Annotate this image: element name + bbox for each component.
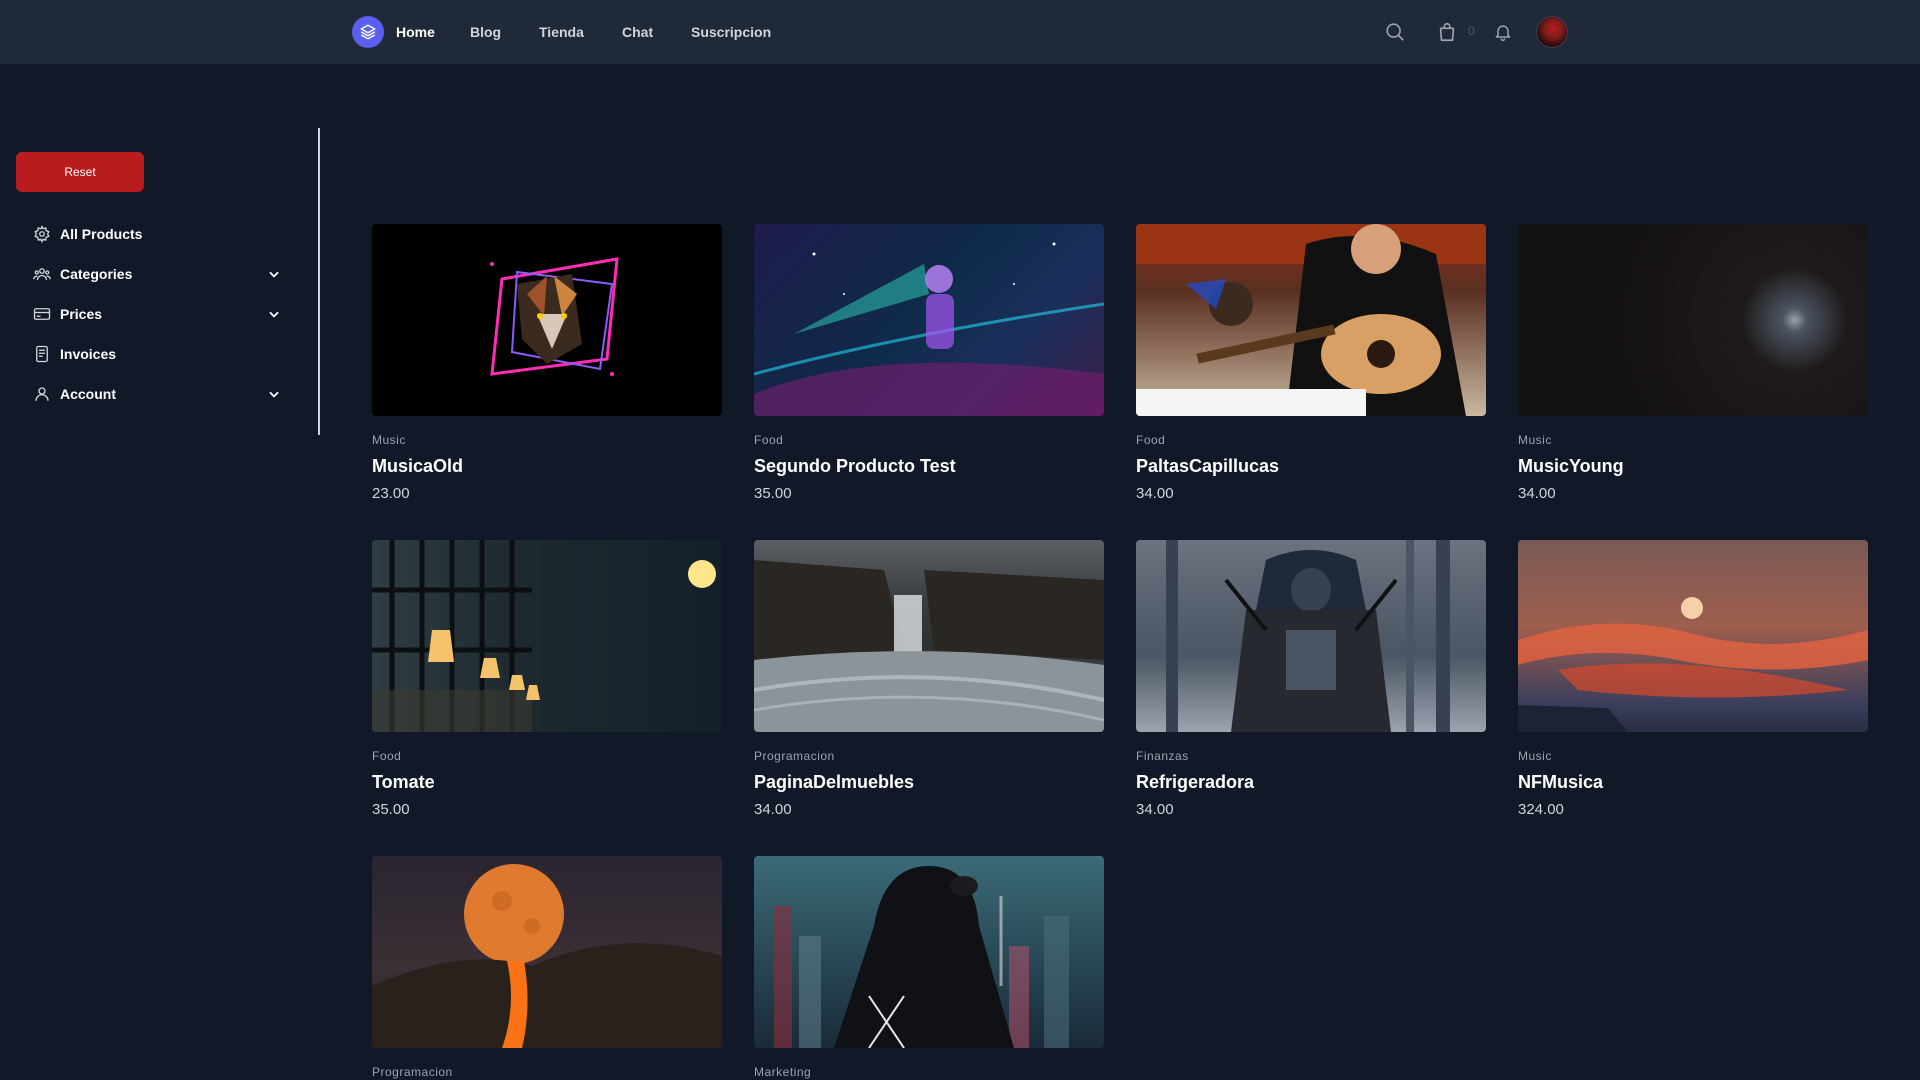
- top-navbar: Home Blog Tienda Chat Suscripcion 0: [0, 0, 1920, 64]
- product-name[interactable]: MusicaOld: [372, 454, 722, 478]
- notifications-button[interactable]: [1491, 20, 1515, 44]
- nav-chat[interactable]: Chat: [622, 20, 653, 44]
- product-category: Music: [1518, 433, 1552, 447]
- product-name[interactable]: PaltasCapillucas: [1136, 454, 1486, 478]
- product-image-wolf[interactable]: [372, 224, 722, 416]
- product-image-lamps[interactable]: [372, 540, 722, 732]
- product-price: 34.00: [1518, 485, 1556, 502]
- sidebar-item-invoices[interactable]: Invoices: [32, 340, 288, 368]
- sidebar-item-label: All Products: [60, 226, 143, 242]
- product-card[interactable]: Food Segundo Producto Test 35.00: [754, 224, 1104, 504]
- product-price: 34.00: [1136, 801, 1174, 818]
- product-category: Music: [1518, 749, 1552, 763]
- product-image-lava-moon[interactable]: [372, 856, 722, 1048]
- nav-blog[interactable]: Blog: [470, 20, 501, 44]
- search-button[interactable]: [1383, 20, 1407, 44]
- users-icon: [32, 264, 52, 284]
- layers-icon: [360, 24, 376, 40]
- product-image-moon[interactable]: [1518, 224, 1868, 416]
- product-card[interactable]: Music MusicaOld 23.00: [372, 224, 722, 504]
- product-image-guitar[interactable]: [1136, 224, 1486, 416]
- search-icon: [1386, 23, 1404, 41]
- nav-tienda[interactable]: Tienda: [539, 20, 584, 44]
- product-category: Food: [754, 433, 784, 447]
- user-icon: [32, 384, 52, 404]
- product-price: 34.00: [1136, 485, 1174, 502]
- product-image-astronaut[interactable]: [754, 224, 1104, 416]
- user-avatar[interactable]: [1536, 16, 1568, 48]
- sidebar-item-label: Account: [60, 386, 116, 402]
- product-price: 35.00: [372, 801, 410, 818]
- receipt-icon: [32, 344, 52, 364]
- product-image-ninja[interactable]: [1136, 540, 1486, 732]
- sidebar-item-prices[interactable]: Prices: [32, 300, 288, 328]
- product-name[interactable]: MusicYoung: [1518, 454, 1868, 478]
- chevron-down-icon[interactable]: [264, 304, 284, 324]
- product-card[interactable]: Food Tomate 35.00: [372, 540, 722, 820]
- cart-count: 0: [1468, 24, 1475, 38]
- product-image-sunset[interactable]: [1518, 540, 1868, 732]
- app-logo[interactable]: [352, 16, 384, 48]
- nav-home[interactable]: Home: [396, 20, 435, 44]
- reset-button[interactable]: Reset: [16, 152, 144, 192]
- sidebar-item-label: Categories: [60, 266, 133, 282]
- product-card[interactable]: Programacion PaginaDelmuebles 34.00: [754, 540, 1104, 820]
- product-category: Food: [372, 749, 402, 763]
- product-card[interactable]: Food PaltasCapillucas 34.00: [1136, 224, 1486, 504]
- product-price: 35.00: [754, 485, 792, 502]
- product-card[interactable]: Music NFMusica 324.00: [1518, 540, 1868, 820]
- product-name[interactable]: Tomate: [372, 770, 722, 794]
- product-image-hoodie-city[interactable]: [754, 856, 1104, 1048]
- sidebar-item-label: Invoices: [60, 346, 117, 362]
- credit-card-icon: [32, 304, 52, 324]
- bell-icon: [1495, 25, 1511, 42]
- sidebar-divider: [318, 128, 320, 435]
- cart-button[interactable]: [1435, 20, 1459, 44]
- product-image-waterfall[interactable]: [754, 540, 1104, 732]
- product-name[interactable]: Segundo Producto Test: [754, 454, 1104, 478]
- sidebar-item-account[interactable]: Account: [32, 380, 288, 408]
- product-price: 324.00: [1518, 801, 1564, 818]
- gear-icon: [32, 224, 52, 244]
- product-category: Marketing: [754, 1065, 812, 1079]
- product-category: Food: [1136, 433, 1166, 447]
- product-card[interactable]: Finanzas Refrigeradora 34.00: [1136, 540, 1486, 820]
- product-category: Finanzas: [1136, 749, 1189, 763]
- shopping-bag-icon: [1439, 22, 1455, 42]
- product-name[interactable]: Refrigeradora: [1136, 770, 1486, 794]
- product-card[interactable]: Programacion: [372, 856, 722, 1080]
- product-name[interactable]: PaginaDelmuebles: [754, 770, 1104, 794]
- chevron-down-icon[interactable]: [264, 384, 284, 404]
- product-price: 34.00: [754, 801, 792, 818]
- product-category: Music: [372, 433, 406, 447]
- product-card[interactable]: Music MusicYoung 34.00: [1518, 224, 1868, 504]
- product-category: Programacion: [372, 1065, 453, 1079]
- product-price: 23.00: [372, 485, 410, 502]
- chevron-down-icon[interactable]: [264, 264, 284, 284]
- nav-suscripcion[interactable]: Suscripcion: [691, 20, 771, 44]
- product-card[interactable]: Marketing: [754, 856, 1104, 1080]
- sidebar-item-categories[interactable]: Categories: [32, 260, 288, 288]
- product-name[interactable]: NFMusica: [1518, 770, 1868, 794]
- sidebar-item-label: Prices: [60, 306, 103, 322]
- product-category: Programacion: [754, 749, 835, 763]
- sidebar-item-all-products[interactable]: All Products: [32, 220, 288, 248]
